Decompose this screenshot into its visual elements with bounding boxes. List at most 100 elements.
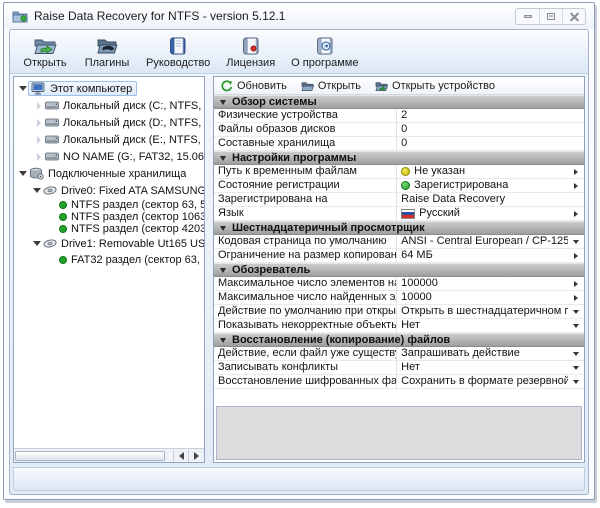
property-label: Язык [214, 207, 398, 220]
tree-item-disk-e[interactable]: Локальный диск (E:, NTFS, 97.65ГБ) [14, 131, 204, 148]
open-folder-icon [34, 39, 57, 54]
tree-item-disk-g[interactable]: NO NAME (G:, FAT32, 15.06ГБ) [14, 148, 204, 165]
tree-item-disk-d[interactable]: Локальный диск (D:, NTFS, 149.73ГБ) [14, 114, 204, 131]
collapse-icon [220, 155, 226, 161]
property-row[interactable]: Состояние регистрации Зарегистрирована [214, 179, 584, 193]
submenu-arrow-icon [572, 168, 580, 175]
submenu-arrow-icon [572, 252, 580, 259]
property-label: Показывать некорректные объекты [214, 319, 398, 332]
property-value: ANSI - Central European / CP-1250 [401, 235, 568, 247]
property-label: Ограничение на размер копирования [214, 249, 398, 262]
storage-tree-panel: Этот компьютер Локальный диск (C:, NTFS,… [13, 76, 205, 463]
storage-tree: Этот компьютер Локальный диск (C:, NTFS,… [14, 77, 204, 448]
expander-open-icon[interactable] [32, 241, 42, 246]
property-row[interactable]: Язык Русский [214, 207, 584, 221]
expander-closed-icon[interactable] [34, 135, 44, 144]
property-row[interactable]: Файлы образов дисков 0 [214, 123, 584, 137]
expander-open-icon[interactable] [18, 86, 28, 91]
title-bar[interactable]: Raise Data Recovery for NTFS - version 5… [4, 3, 594, 29]
collapse-icon [220, 225, 226, 231]
tree-horizontal-scrollbar[interactable] [14, 448, 204, 462]
app-window: Raise Data Recovery for NTFS - version 5… [3, 2, 595, 500]
property-label: Физические устройства [214, 109, 398, 122]
tree-item-partition[interactable]: NTFS раздел (сектор 63, 50.69ГБ) [14, 199, 204, 211]
tree-item-drive1[interactable]: Drive1: Removable Ut165 USB USB2Flash [14, 235, 204, 252]
property-value: 0 [401, 137, 408, 149]
section-hex-viewer[interactable]: Шестнадцатеричный просмотрщик [214, 221, 584, 235]
license-button[interactable]: Лицензия [220, 32, 281, 73]
tree-item-partition[interactable]: FAT32 раздел (сектор 63, 15.06ГБ) [14, 252, 204, 267]
window-title: Raise Data Recovery for NTFS - version 5… [34, 9, 286, 23]
property-value: Сохранить в формате резервной копии [401, 375, 568, 387]
property-row[interactable]: Восстановление шифрованных файлов на NTF… [214, 375, 584, 389]
property-row[interactable]: Ограничение на размер копирования 64 МБ [214, 249, 584, 263]
manual-book-icon [170, 37, 186, 54]
property-row[interactable]: Путь к временным файлам Не указан [214, 165, 584, 179]
close-button[interactable] [562, 8, 585, 24]
expander-closed-icon[interactable] [34, 152, 44, 161]
property-value: Не указан [414, 165, 466, 177]
partition-dot-icon [59, 201, 67, 209]
property-value: Русский [419, 207, 460, 219]
tree-item-computer[interactable]: Этот компьютер [14, 80, 204, 97]
about-button[interactable]: О программе [285, 32, 364, 73]
tree-item-label: Локальный диск (D:, NTFS, 149.73ГБ) [63, 116, 204, 129]
section-program-settings[interactable]: Настройки программы [214, 151, 584, 165]
tree-item-label: NTFS раздел (сектор 106318233, 149. [71, 211, 204, 223]
status-indicator-green-icon [401, 181, 411, 190]
property-label: Зарегистрирована на [214, 193, 398, 206]
plugins-button[interactable]: Плагины [78, 32, 136, 73]
main-toolbar: Открыть Плагины Руководство Лицензия О п… [10, 30, 588, 74]
panel-splitter[interactable] [208, 76, 210, 463]
tree-item-partition[interactable]: NTFS раздел (сектор 420340788, 97.6 [14, 223, 204, 235]
scrollbar-thumb[interactable] [15, 450, 165, 461]
license-button-label: Лицензия [226, 56, 276, 69]
section-explorer[interactable]: Обозреватель [214, 263, 584, 277]
collapse-icon [220, 337, 226, 343]
expander-closed-icon[interactable] [34, 101, 44, 110]
plugins-button-label: Плагины [84, 56, 130, 69]
expander-open-icon[interactable] [18, 171, 28, 176]
disk-icon [43, 185, 57, 196]
partition-dot-icon [59, 213, 67, 221]
tree-item-label: Подключенные хранилища [48, 167, 187, 180]
tree-item-label: Локальный диск (E:, NTFS, 97.65ГБ) [63, 133, 204, 146]
expander-closed-icon[interactable] [34, 118, 44, 127]
section-file-recovery[interactable]: Восстановление (копирование) файлов [214, 333, 584, 347]
status-bar [13, 467, 585, 491]
maximize-button[interactable] [539, 8, 562, 24]
section-system-overview[interactable]: Обзор системы [214, 95, 584, 109]
property-row[interactable]: Зарегистрирована на Raise Data Recovery [214, 193, 584, 207]
property-row[interactable]: Показывать некорректные объекты Нет [214, 319, 584, 333]
open-button[interactable]: Открыть [16, 32, 74, 73]
tree-item-label: FAT32 раздел (сектор 63, 15.06ГБ) [71, 253, 204, 266]
section-title: Обозреватель [232, 264, 311, 276]
property-row[interactable]: Действие по умолчанию при открытии файла… [214, 305, 584, 319]
property-row[interactable]: Физические устройства 2 [214, 109, 584, 123]
tree-item-connected-storages[interactable]: Подключенные хранилища [14, 165, 204, 182]
minimize-button[interactable] [516, 9, 539, 24]
property-value: 0 [401, 123, 408, 135]
scroll-right-button[interactable] [188, 449, 203, 462]
content-area: Этот компьютер Локальный диск (C:, NTFS,… [10, 74, 588, 465]
property-row[interactable]: Максимальное число найденных элементов в… [214, 291, 584, 305]
refresh-button[interactable]: Обновить [220, 80, 287, 92]
scroll-left-button[interactable] [173, 449, 188, 462]
property-row[interactable]: Кодовая страница по умолчанию ANSI - Cen… [214, 235, 584, 249]
window-controls [515, 7, 586, 25]
property-row[interactable]: Составные хранилища 0 [214, 137, 584, 151]
tree-item-partition[interactable]: NTFS раздел (сектор 106318233, 149. [14, 211, 204, 223]
russian-flag-icon [401, 208, 416, 219]
property-row[interactable]: Действие, если файл уже существует Запра… [214, 347, 584, 361]
expander-open-icon[interactable] [32, 188, 42, 193]
property-label: Записывать конфликты [214, 361, 398, 374]
property-grid: Обзор системы Физические устройства 2 Фа… [214, 95, 584, 389]
refresh-icon [221, 79, 233, 91]
property-row[interactable]: Записывать конфликты Нет [214, 361, 584, 375]
open-device-button[interactable]: Открыть устройство [375, 80, 495, 92]
panel-open-button[interactable]: Открыть [301, 80, 361, 92]
property-row[interactable]: Максимальное число элементов на странице… [214, 277, 584, 291]
manual-button[interactable]: Руководство [140, 32, 216, 73]
tree-item-drive0[interactable]: Drive0: Fixed ATA SAMSUNG HD321KJ [14, 182, 204, 199]
tree-item-disk-c[interactable]: Локальный диск (C:, NTFS, 50.69ГБ) [14, 97, 204, 114]
